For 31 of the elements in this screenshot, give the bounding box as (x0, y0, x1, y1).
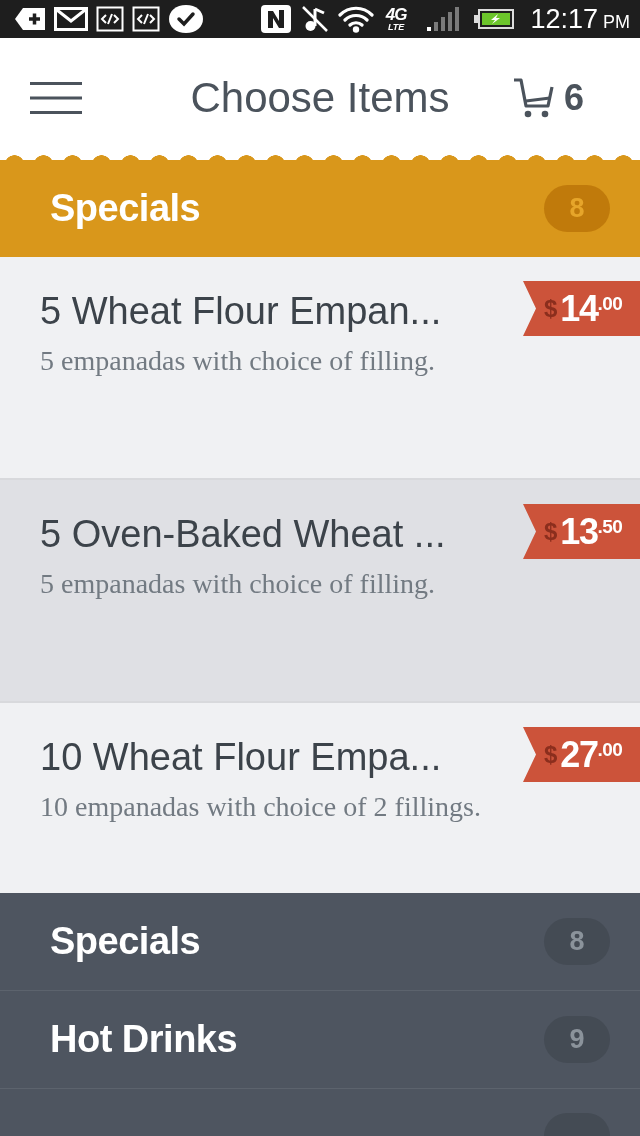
network-detail-label: LTE (387, 22, 405, 31)
item-description: 10 empanadas with choice of 2 fillings. (40, 789, 482, 824)
wifi-icon (337, 5, 374, 33)
category-title: Specials (50, 187, 201, 230)
signal-icon (426, 7, 461, 31)
battery-charging-icon (474, 8, 515, 30)
item-name: 10 Wheat Flour Empa... (40, 735, 443, 780)
category-name: Hot Drinks (50, 1018, 238, 1061)
item-description: 5 empanadas with choice of filling. (40, 343, 436, 378)
item-count-badge: 9 (544, 1016, 610, 1063)
code-icon (132, 6, 160, 32)
nfc-icon (259, 4, 292, 34)
clock-time: 12:17 (530, 5, 598, 33)
category-row[interactable]: Specials 8 (0, 893, 640, 991)
tag-plus-icon (14, 7, 46, 31)
category-row[interactable]: Hot Drinks 9 (0, 991, 640, 1089)
cart-count: 6 (564, 80, 584, 116)
item-count-badge: 8 (544, 918, 610, 965)
item-name: 5 Wheat Flour Empan... (40, 289, 443, 334)
page-title: Choose Items (190, 73, 450, 121)
menu-icon[interactable] (30, 82, 82, 114)
item-description: 5 empanadas with choice of filling. (40, 566, 436, 601)
item-name: 5 Oven-Baked Wheat ... (40, 512, 447, 557)
network-type-label: 4G (385, 7, 407, 23)
category-name: Specials (50, 920, 201, 963)
mail-icon (54, 7, 88, 31)
code-icon (96, 6, 124, 32)
clock-meridiem: PM (603, 12, 630, 31)
check-bubble-icon (168, 4, 204, 34)
cart-icon[interactable] (512, 76, 556, 120)
muted-note-icon (299, 4, 330, 34)
